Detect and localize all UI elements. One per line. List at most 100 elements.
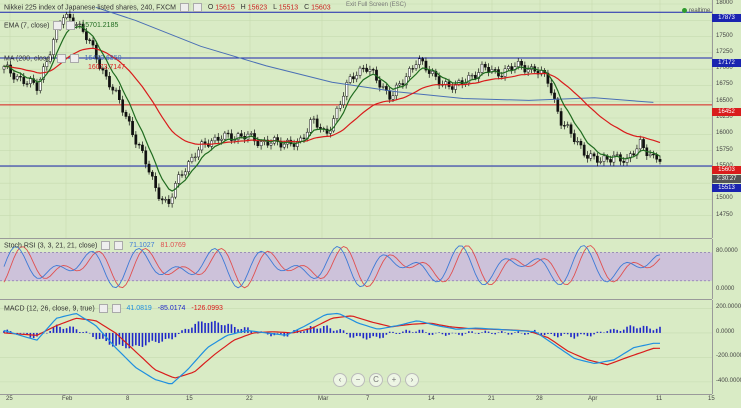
candle-body xyxy=(167,199,171,204)
zoom-in-button[interactable]: + xyxy=(387,373,401,387)
x-tick-label: 7 xyxy=(366,396,370,402)
candle-body xyxy=(256,140,260,146)
macd-hist-bar xyxy=(560,332,562,336)
candle-body xyxy=(338,104,342,109)
macd-hist-bar xyxy=(589,332,592,337)
stoch-close-icon[interactable] xyxy=(114,241,124,250)
candle-body xyxy=(563,125,566,127)
ema-legend[interactable]: EMA (7, close) 15701.2185 xyxy=(4,21,118,30)
macd-hist-bar xyxy=(187,329,190,333)
candle-body xyxy=(549,83,553,94)
scroll-right-button[interactable]: › xyxy=(405,373,419,387)
macd-hist-bar xyxy=(154,332,157,342)
stoch-settings-icon[interactable] xyxy=(101,241,111,250)
candle-body xyxy=(65,13,68,19)
macd-hist-bar xyxy=(606,331,609,333)
candle-body xyxy=(309,119,312,133)
candle-body xyxy=(648,153,652,156)
macd-hist-bar xyxy=(220,325,223,333)
ema-value: 15701.2185 xyxy=(81,22,119,30)
price-tick-label: 17500 xyxy=(716,32,733,39)
ema-close-icon[interactable] xyxy=(66,21,76,30)
stoch-pane[interactable]: Stoch RSI (3, 3, 21, 21, close) 71.1027 … xyxy=(0,239,712,300)
candle-body xyxy=(315,118,319,128)
price-tick-label: 15750 xyxy=(716,146,733,153)
macd-hist-bar xyxy=(619,331,622,333)
macd-hist-bar xyxy=(497,332,500,333)
macd-hist-bar xyxy=(477,332,480,335)
candle-body xyxy=(526,69,530,73)
candle-body xyxy=(480,63,484,73)
candle-body xyxy=(470,74,474,77)
zoom-out-button[interactable]: − xyxy=(351,373,365,387)
macd-hist-bar xyxy=(524,332,526,335)
macd-hist-bar xyxy=(388,331,391,333)
macd-hist-bar xyxy=(520,332,523,334)
macd-hist-bar xyxy=(553,332,556,337)
macd-hist-bar xyxy=(362,332,365,339)
x-tick-label: 22 xyxy=(246,396,253,402)
macd-close-icon[interactable] xyxy=(111,304,121,313)
legend-settings-icon[interactable] xyxy=(179,3,189,12)
exit-fullscreen-button[interactable]: Exit Full Screen (ESC) xyxy=(341,0,411,10)
macd-hist-bar xyxy=(652,330,655,333)
reset-chart-button[interactable]: C xyxy=(369,373,383,387)
macd-hist-bar xyxy=(507,332,510,335)
macd-hist-bar xyxy=(458,332,460,335)
macd-hist-bar xyxy=(309,326,312,333)
macd-hist-bar xyxy=(411,332,414,333)
macd-settings-icon[interactable] xyxy=(98,304,108,313)
macd-hist-bar xyxy=(642,325,645,333)
candle-body xyxy=(226,132,230,135)
candle-body xyxy=(249,133,253,135)
candle-body xyxy=(190,157,194,162)
macd-hist-bar xyxy=(468,331,470,333)
macd-hist-bar xyxy=(527,332,529,335)
ma-settings-icon[interactable] xyxy=(56,54,66,63)
candle-body xyxy=(223,132,227,140)
price-tag-15513: 15513 xyxy=(712,184,741,192)
candle-body xyxy=(183,171,187,176)
candle-body xyxy=(124,111,128,117)
candle-body xyxy=(108,75,111,88)
macd-hist-bar xyxy=(98,332,101,340)
candle-body xyxy=(157,187,161,200)
open-value: 15615 xyxy=(215,4,235,12)
macd-hist-bar xyxy=(655,328,658,333)
macd-value: 41.0819 xyxy=(126,305,152,313)
macd-hist-bar xyxy=(649,328,651,333)
countdown-tag: 2:30:27 xyxy=(712,175,741,183)
macd-hist-bar xyxy=(303,331,305,333)
candle-body xyxy=(177,174,181,184)
candle-body xyxy=(431,70,434,74)
macd-legend[interactable]: MACD (12, 26, close, 9, true) 41.0819 -8… xyxy=(4,304,223,313)
price-pane[interactable]: Nikkei 225 index of Japanese listed shar… xyxy=(0,0,712,239)
stoch-legend[interactable]: Stoch RSI (3, 3, 21, 21, close) 71.1027 … xyxy=(4,241,186,250)
macd-hist-bar xyxy=(115,332,117,346)
candle-body xyxy=(25,83,29,85)
ma-legend[interactable]: MA (200, close) 16450.6850 xyxy=(4,54,121,63)
macd-tick-label: 200.0000 xyxy=(716,304,741,311)
low-label: L xyxy=(273,4,277,12)
macd-hist-bar xyxy=(510,332,513,335)
scroll-left-button[interactable]: ‹ xyxy=(333,373,347,387)
stoch-d-value: 81.0769 xyxy=(160,242,186,250)
candle-body xyxy=(197,149,200,158)
candle-body xyxy=(493,69,497,71)
macd-hist-bar xyxy=(141,332,144,347)
candle-body xyxy=(239,133,243,137)
macd-tick-label: -200.0000 xyxy=(716,353,741,360)
macd-hist-bar xyxy=(174,332,177,338)
macd-hist-bar xyxy=(405,329,407,333)
close-label: C xyxy=(304,4,310,12)
macd-hist-bar xyxy=(431,332,434,335)
candle-body xyxy=(378,80,382,88)
macd-hist-bar xyxy=(184,328,187,333)
ma-close-icon[interactable] xyxy=(69,54,79,63)
x-tick-label: 28 xyxy=(536,396,543,402)
candle-body xyxy=(85,31,88,41)
ema-settings-icon[interactable] xyxy=(53,21,63,30)
macd-hist-bar xyxy=(435,332,437,334)
legend-close-icon[interactable] xyxy=(192,3,202,12)
candle-body xyxy=(388,90,392,100)
